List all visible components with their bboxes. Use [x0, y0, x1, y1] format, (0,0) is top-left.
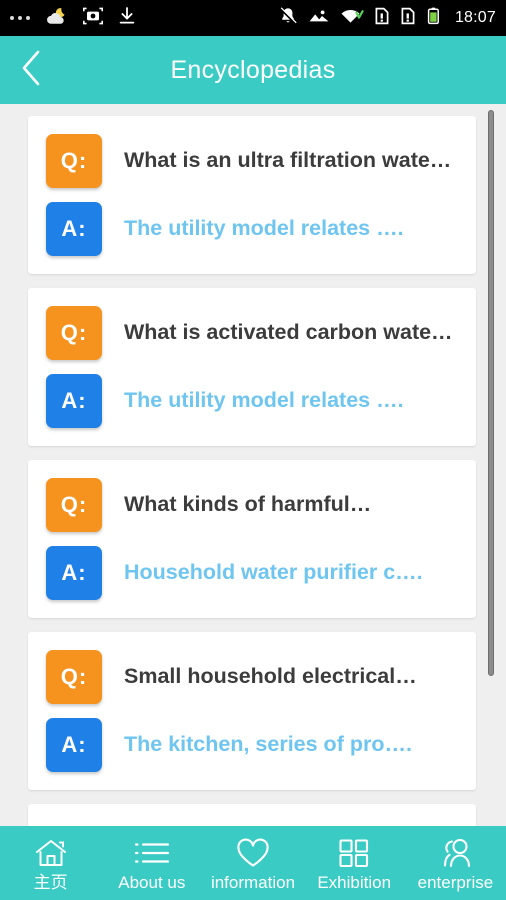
- page-title: Encyclopedias: [170, 55, 336, 84]
- camera-icon: [82, 6, 104, 31]
- question-badge: Q:: [46, 134, 102, 188]
- list-item[interactable]: Q: What kinds of harmful… A: Household w…: [28, 460, 476, 618]
- chevron-left-icon: [18, 48, 44, 93]
- nav-label-exhibition: Exhibition: [317, 872, 392, 892]
- nav-label-about-us: About us: [118, 872, 186, 892]
- answer-badge: A:: [46, 374, 102, 428]
- question-row: Q: What is activated carbon wate…: [46, 306, 460, 360]
- image-icon: [308, 6, 330, 31]
- question-text: Small household electrical…: [124, 664, 417, 689]
- sim-card-2-alert-icon: [400, 6, 416, 31]
- grid-icon: [337, 836, 371, 870]
- nav-item-enterprise[interactable]: enterprise: [405, 826, 506, 900]
- list-icon: [133, 836, 171, 870]
- answer-text: The utility model relates ….: [124, 388, 404, 413]
- status-bar-right: 18:07: [278, 6, 496, 31]
- question-text: What kinds of harmful…: [124, 492, 372, 517]
- scrollbar[interactable]: [488, 104, 494, 826]
- answer-row: A: The kitchen, series of pro….: [46, 718, 460, 772]
- app-header: Encyclopedias: [0, 36, 506, 104]
- answer-badge: A:: [46, 202, 102, 256]
- status-bar: 18:07: [0, 0, 506, 36]
- answer-badge: A:: [46, 546, 102, 600]
- question-badge: Q:: [46, 650, 102, 704]
- nav-label-information: information: [210, 872, 296, 892]
- answer-text: The utility model relates ….: [124, 216, 404, 241]
- question-row: Q: What kinds of harmful…: [46, 478, 460, 532]
- question-text: What is an ultra filtration wate…: [124, 148, 452, 173]
- question-badge: Q:: [46, 306, 102, 360]
- list-item[interactable]: Q: What is an ultra filtration wate… A: …: [28, 116, 476, 274]
- answer-row: A: The utility model relates ….: [46, 202, 460, 256]
- answer-row: A: The utility model relates ….: [46, 374, 460, 428]
- sim-card-1-alert-icon: [374, 6, 390, 31]
- nav-item-information[interactable]: information: [202, 826, 303, 900]
- question-row: Q: Small household electrical…: [46, 650, 460, 704]
- more-dots-icon: [10, 16, 30, 20]
- list-item-partial[interactable]: [28, 804, 476, 826]
- nav-item-about-us[interactable]: About us: [101, 826, 202, 900]
- download-icon: [118, 6, 136, 31]
- battery-icon: [426, 6, 441, 31]
- bottom-navigation: 主页 About us information Exhibition enter…: [0, 826, 506, 900]
- home-icon: [34, 836, 68, 870]
- wifi-icon: [340, 6, 364, 31]
- answer-text: Household water purifier c….: [124, 560, 423, 585]
- status-bar-clock: 18:07: [454, 9, 496, 26]
- back-button[interactable]: [0, 36, 62, 104]
- answer-text: The kitchen, series of pro….: [124, 732, 412, 757]
- list-item[interactable]: Q: Small household electrical… A: The ki…: [28, 632, 476, 790]
- answer-row: A: Household water purifier c….: [46, 546, 460, 600]
- nav-label-enterprise: enterprise: [417, 872, 494, 892]
- answer-badge: A:: [46, 718, 102, 772]
- nav-label-home: 主页: [33, 872, 68, 892]
- encyclopedia-list[interactable]: Q: What is an ultra filtration wate… A: …: [0, 104, 506, 826]
- nav-item-exhibition[interactable]: Exhibition: [304, 826, 405, 900]
- question-text: What is activated carbon wate…: [124, 320, 453, 345]
- question-badge: Q:: [46, 478, 102, 532]
- notifications-muted-icon: [278, 6, 298, 31]
- people-icon: [436, 836, 474, 870]
- scrollbar-thumb[interactable]: [488, 110, 494, 676]
- question-row: Q: What is an ultra filtration wate…: [46, 134, 460, 188]
- status-bar-left: [10, 6, 136, 31]
- weather-cloud-moon-icon: [44, 6, 68, 31]
- heart-icon: [235, 836, 271, 870]
- list-item[interactable]: Q: What is activated carbon wate… A: The…: [28, 288, 476, 446]
- nav-item-home[interactable]: 主页: [0, 826, 101, 900]
- app-root: 18:07 Encyclopedias Q: What is an ultra …: [0, 0, 506, 900]
